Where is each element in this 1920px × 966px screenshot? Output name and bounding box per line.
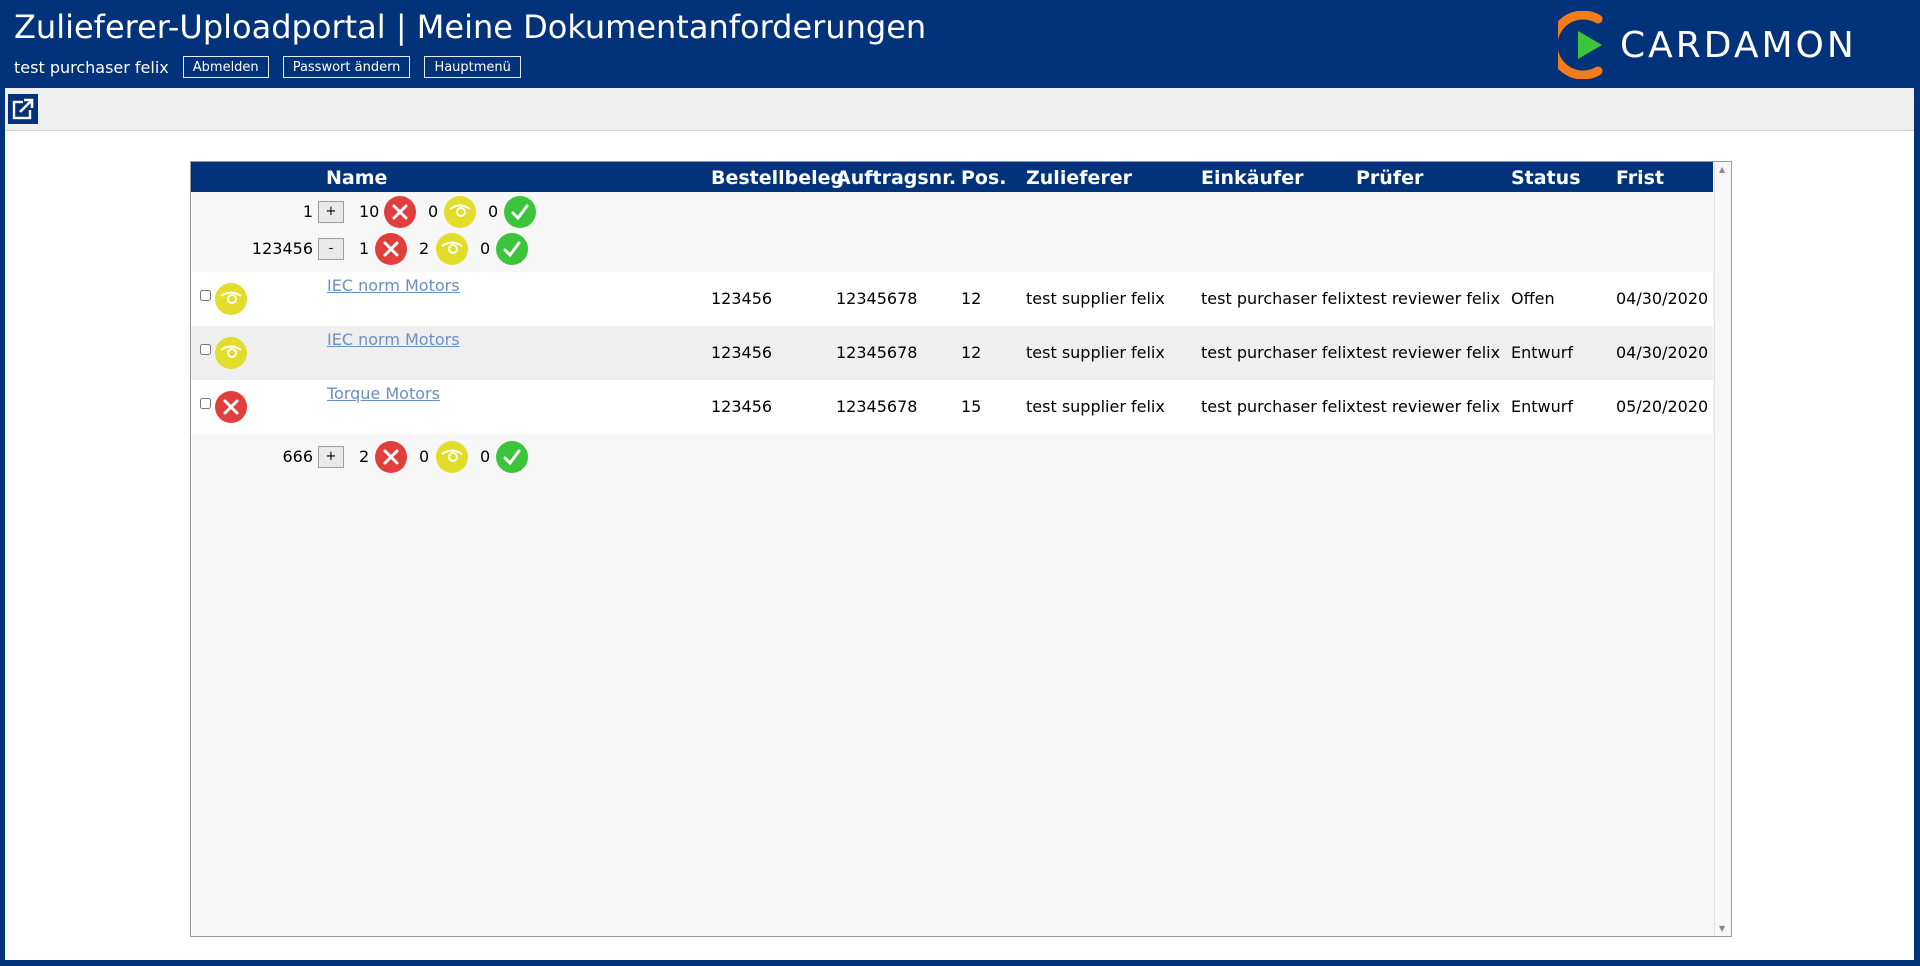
toolbar [5,88,1914,131]
cardamon-logo-icon [1558,11,1603,79]
eye-icon [436,441,468,473]
cell-zulieferer: test supplier felix [1026,289,1165,308]
rejected-icon [215,391,247,423]
group-key: 1 [302,202,313,221]
cell-zulieferer: test supplier felix [1026,343,1165,362]
rejected-icon [384,196,416,228]
cell-pruefer: test reviewer felix [1356,397,1501,416]
group-row: 123456 - 1 2 0 [191,232,1713,266]
rejected-count: 2 [359,447,370,466]
cell-frist: 05/20/2020 [1616,397,1709,416]
column-header-auftragsnr[interactable]: Auftragsnr. [836,162,956,192]
cardamon-logo: CARDAMON [1558,10,1857,80]
cell-pruefer: test reviewer felix [1356,343,1501,362]
column-header-pos[interactable]: Pos. [961,162,1007,192]
requests-grid: Name Bestellbeleg Auftragsnr. Pos. Zulie… [190,161,1732,937]
vertical-scrollbar[interactable]: ▲ ▼ [1714,162,1731,936]
group-expand-button[interactable]: + [318,446,344,468]
group-collapse-button[interactable]: - [318,238,344,260]
table-row[interactable]: Torque Motors 123456 12345678 15 test su… [191,380,1713,434]
cell-einkaeufer: test purchaser felix [1201,397,1356,416]
cell-pruefer: test reviewer felix [1356,289,1501,308]
cell-auftragsnr: 12345678 [836,343,918,362]
content-frame: Name Bestellbeleg Auftragsnr. Pos. Zulie… [5,88,1914,960]
cell-auftragsnr: 12345678 [836,289,918,308]
column-header-pruefer[interactable]: Prüfer [1356,162,1423,192]
request-name-link[interactable]: Torque Motors [327,384,440,403]
main-menu-button[interactable]: Hauptmenü [424,56,521,78]
column-header-frist[interactable]: Frist [1616,162,1664,192]
approved-count: 0 [488,202,499,221]
row-checkbox[interactable] [200,398,211,409]
change-password-button[interactable]: Passwort ändern [282,56,411,78]
rejected-icon [375,233,407,265]
current-user: test purchaser felix [14,57,169,77]
rejected-count: 10 [359,202,380,221]
eye-icon [215,337,247,369]
rejected-icon [375,441,407,473]
scroll-up-icon[interactable]: ▲ [1719,165,1725,174]
group-key: 666 [282,447,313,466]
cell-bestellbeleg: 123456 [711,289,773,308]
row-checkbox[interactable] [200,290,211,301]
rejected-count: 1 [359,239,370,258]
review-count: 0 [428,202,439,221]
cell-frist: 04/30/2020 [1616,289,1709,308]
row-checkbox[interactable] [200,344,211,355]
group-row: 1 + 10 0 0 [191,195,1713,229]
cell-status: Offen [1511,289,1555,308]
review-count: 0 [419,447,430,466]
group-key: 123456 [251,239,313,258]
cell-status: Entwurf [1511,343,1573,362]
column-header-zulieferer[interactable]: Zulieferer [1026,162,1132,192]
external-link-icon [12,98,35,120]
request-name-link[interactable]: IEC norm Motors [327,330,460,349]
review-count: 2 [419,239,430,258]
cell-status: Entwurf [1511,397,1573,416]
approved-count: 0 [480,447,491,466]
check-icon [496,441,528,473]
cell-pos: 12 [961,343,982,362]
logout-button[interactable]: Abmelden [182,56,269,78]
eye-icon [436,233,468,265]
grid-header: Name Bestellbeleg Auftragsnr. Pos. Zulie… [191,162,1713,192]
cell-bestellbeleg: 123456 [711,343,773,362]
table-row[interactable]: IEC norm Motors 123456 12345678 12 test … [191,326,1713,380]
eye-icon [215,283,247,315]
check-icon [496,233,528,265]
open-external-button[interactable] [8,94,38,124]
group-expand-button[interactable]: + [318,201,344,223]
page-title: Zulieferer-Uploadportal | Meine Dokument… [14,8,927,46]
approved-count: 0 [480,239,491,258]
cell-pos: 15 [961,397,982,416]
logo-text: CARDAMON [1620,24,1857,66]
scroll-down-icon[interactable]: ▼ [1719,924,1725,933]
check-icon [504,196,536,228]
column-header-status[interactable]: Status [1511,162,1581,192]
cell-einkaeufer: test purchaser felix [1201,343,1356,362]
column-header-name[interactable]: Name [326,162,387,192]
cell-zulieferer: test supplier felix [1026,397,1165,416]
eye-icon [444,196,476,228]
column-header-bestellbeleg[interactable]: Bestellbeleg [711,162,844,192]
column-header-einkaeufer[interactable]: Einkäufer [1201,162,1304,192]
app-header: Zulieferer-Uploadportal | Meine Dokument… [0,0,1920,88]
table-row[interactable]: IEC norm Motors 123456 12345678 12 test … [191,272,1713,326]
request-name-link[interactable]: IEC norm Motors [327,276,460,295]
cell-pos: 12 [961,289,982,308]
user-bar: test purchaser felix Abmelden Passwort ä… [14,56,521,78]
cell-frist: 04/30/2020 [1616,343,1709,362]
group-row: 666 + 2 0 0 [191,440,1713,474]
cell-auftragsnr: 12345678 [836,397,918,416]
cell-bestellbeleg: 123456 [711,397,773,416]
cell-einkaeufer: test purchaser felix [1201,289,1356,308]
